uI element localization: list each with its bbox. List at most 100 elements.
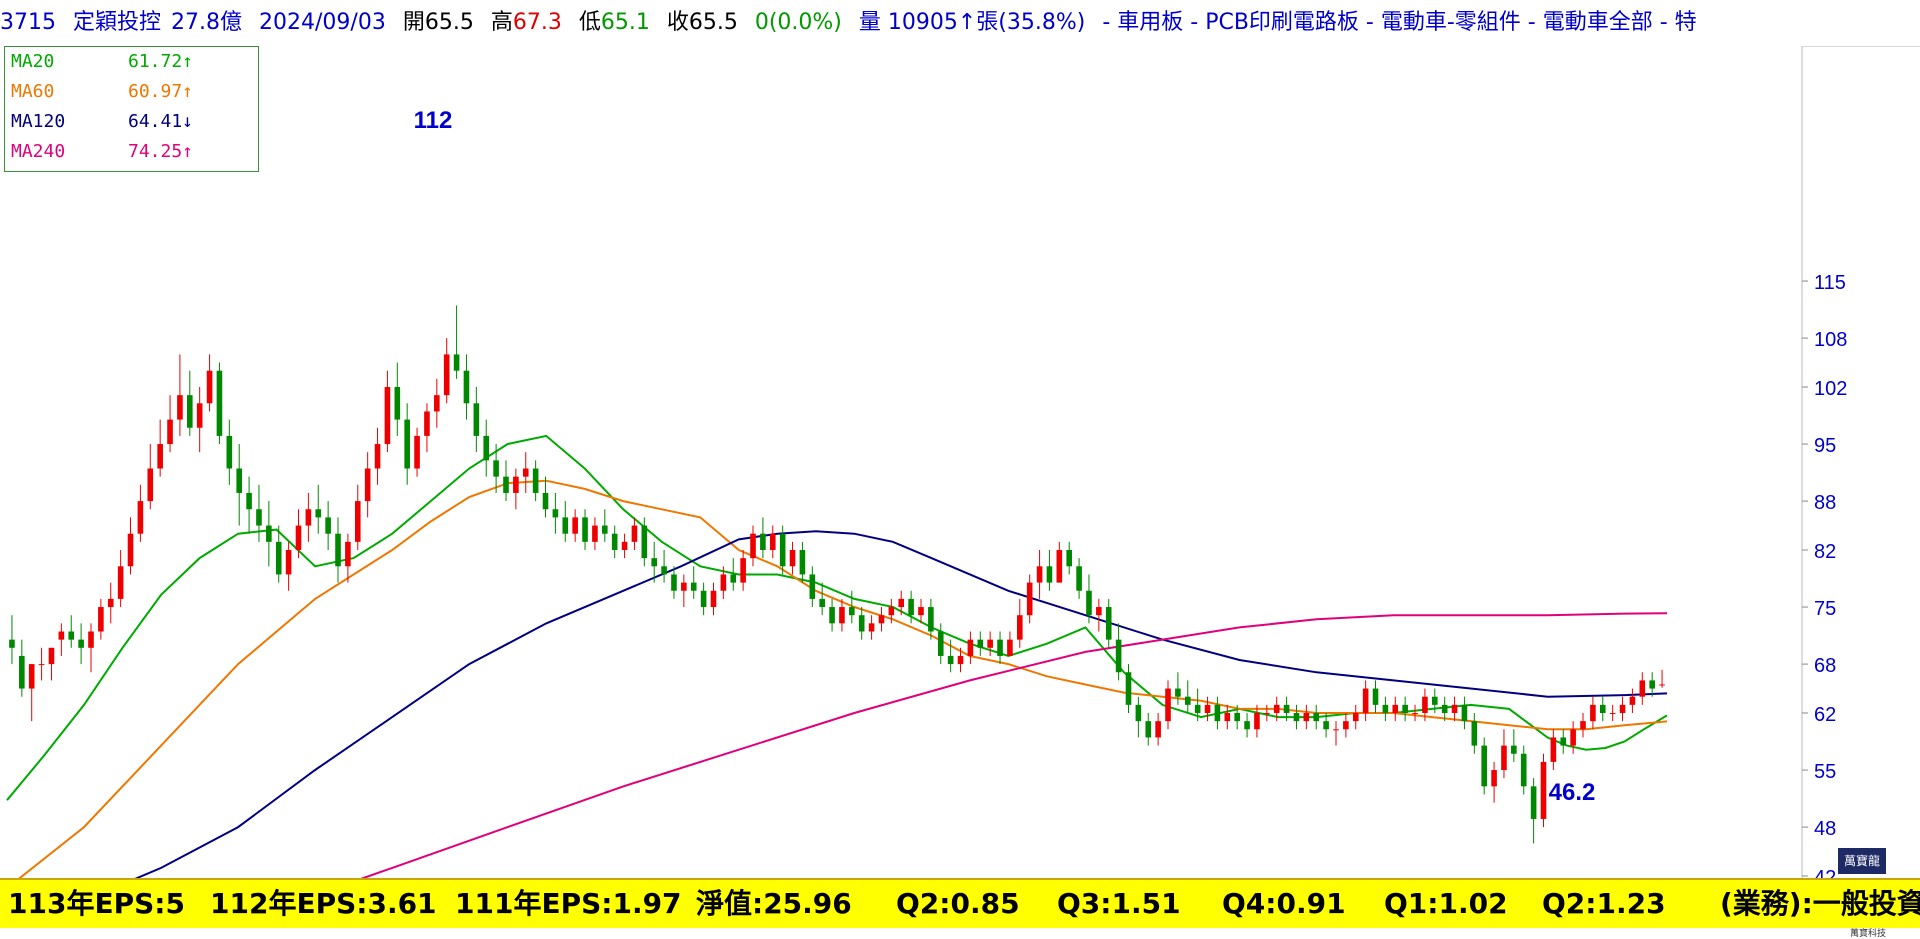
candle-body (769, 533, 776, 550)
candle-body (1629, 696, 1636, 705)
candle-body (1481, 745, 1488, 787)
candle-body (601, 525, 608, 534)
candle-body (592, 525, 598, 542)
stock-code: 3715 (0, 10, 56, 35)
candle-body (1184, 696, 1191, 705)
candle-body (1471, 721, 1478, 746)
candle-body (107, 598, 114, 608)
candlestick-chart: 424855626875828895102108115 1011122024/1… (0, 46, 1847, 878)
candle-body (443, 354, 450, 396)
candle-body (908, 598, 914, 616)
candle-body (1550, 737, 1557, 762)
candle-body (1234, 713, 1240, 722)
y-tick-label: 62 (1814, 704, 1836, 726)
sector-tags: - 車用板 - PCB印刷電路板 - 電動車-零組件 - 電動車全部 - 特 (1102, 10, 1697, 35)
candle-body (68, 631, 75, 640)
candle-body (1382, 704, 1389, 713)
candle-body (305, 509, 312, 526)
candle-body (434, 395, 440, 412)
candle-body (1362, 688, 1369, 713)
candle-body (186, 395, 193, 428)
eps-q3: Q3:1.51 (1057, 887, 1181, 920)
brand-footer: 萬寶科技 (1850, 929, 1887, 939)
candle-body (1105, 607, 1112, 640)
candle-body (1461, 704, 1468, 722)
candle-body (1056, 550, 1063, 583)
candle-body (216, 370, 223, 436)
candle-body (1007, 639, 1013, 656)
candle-body (898, 598, 905, 608)
candle-body (967, 639, 974, 656)
candle-body (868, 623, 875, 632)
candle-body (1412, 713, 1418, 714)
candle-body (1046, 566, 1053, 583)
y-tick-label: 102 (1814, 378, 1847, 400)
candle-body (1026, 582, 1033, 616)
high-annotation: 112 (414, 107, 453, 134)
candle-body (285, 550, 292, 575)
candle-body (671, 574, 677, 591)
candle-body (266, 525, 272, 542)
y-tick-label: 88 (1814, 492, 1836, 514)
y-tick-label: 82 (1814, 541, 1836, 563)
candle-body (473, 403, 480, 436)
candle-body (275, 541, 282, 575)
candle-body (681, 582, 687, 591)
eps-112: 112年EPS:3.61 (210, 887, 437, 920)
candle-body (503, 476, 509, 493)
candle-body (1570, 729, 1576, 746)
candle-body (1343, 721, 1349, 730)
candle-body (849, 607, 855, 616)
candle-body (1204, 704, 1211, 713)
eps-q4: Q4:0.91 (1222, 887, 1346, 920)
y-tick-label: 55 (1814, 761, 1836, 783)
candle-body (987, 639, 993, 648)
candle-body (542, 492, 549, 510)
candle-body (839, 607, 845, 624)
candle-body (1303, 713, 1310, 722)
candle-body (1254, 713, 1260, 730)
legend-value: 60.97↑ (128, 81, 194, 102)
candle-body (137, 501, 144, 534)
candle-body (1165, 688, 1171, 722)
close-price: 收65.5 (666, 10, 738, 35)
candle-body (937, 631, 944, 656)
stock-name: 定穎投控 (73, 10, 162, 35)
candle-body (196, 403, 203, 428)
candle-body (957, 655, 964, 665)
candle-body (1590, 704, 1596, 722)
candle-body (48, 647, 55, 665)
candle-body (1283, 704, 1290, 713)
candle-body (779, 533, 786, 567)
candle-body (1016, 615, 1023, 640)
candle-body (1155, 721, 1161, 738)
candle-body (1244, 721, 1250, 730)
candle-body (690, 582, 697, 591)
eps-q2: Q2:0.85 (896, 887, 1020, 920)
candle-body (1175, 688, 1181, 697)
candle-body (177, 395, 183, 420)
candle-body (345, 541, 351, 567)
candle-body (1352, 713, 1359, 722)
candle-body (1115, 639, 1122, 673)
candle-body (651, 558, 658, 567)
brand-logo: 萬寶龍 (1838, 848, 1886, 874)
candle-body (858, 615, 865, 632)
plot-area (0, 46, 1802, 878)
candle-body (1372, 688, 1379, 705)
candle-body (424, 411, 430, 436)
candle-body (740, 558, 746, 583)
candle-body (1086, 590, 1092, 616)
candle-body (730, 574, 737, 583)
low-annotation: 46.2 (1549, 779, 1596, 806)
candle-body (977, 639, 984, 648)
y-tick-label: 48 (1814, 818, 1836, 840)
candle-body (1649, 680, 1655, 689)
candle-body (1451, 704, 1458, 713)
candle-body (127, 533, 134, 567)
candle-body (117, 566, 124, 599)
candle-body (88, 631, 94, 648)
candle-body (562, 517, 569, 534)
candle-body (513, 476, 519, 493)
candle-body (463, 370, 470, 404)
